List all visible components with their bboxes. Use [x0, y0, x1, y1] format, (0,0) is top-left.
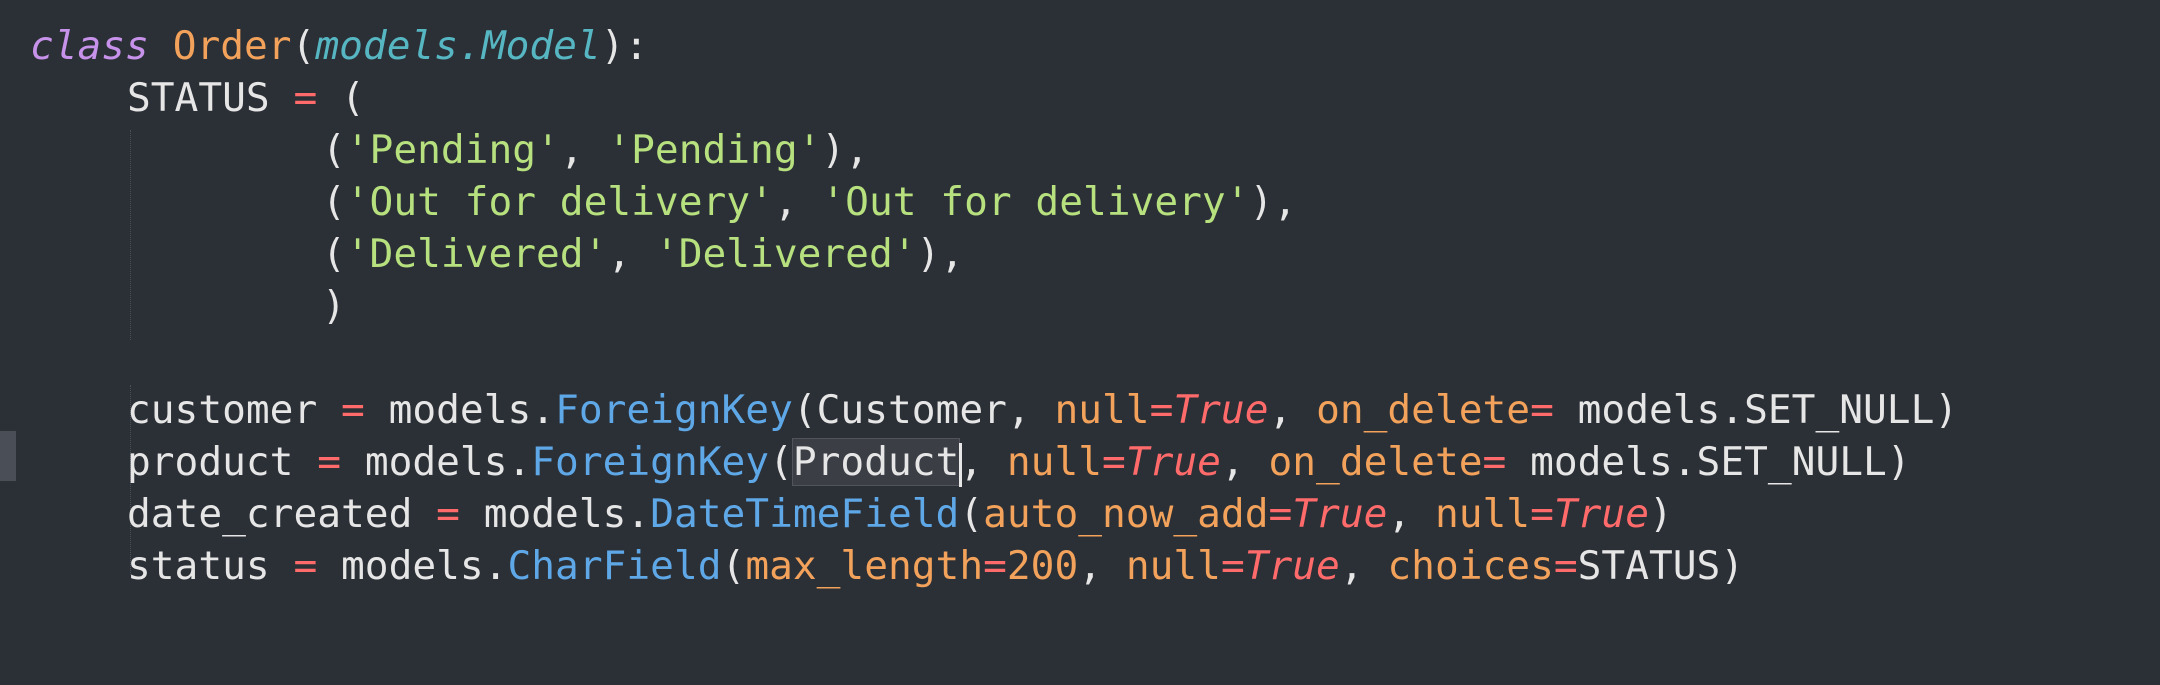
paren: )	[1720, 543, 1745, 589]
paren: (	[959, 491, 984, 537]
assign-operator: =	[293, 543, 318, 589]
keyword-argument: null	[1125, 543, 1221, 589]
indent-guide	[130, 130, 131, 340]
assign-operator: =	[1530, 387, 1554, 433]
code-line-class-declaration[interactable]: class Order(models.Model):	[30, 20, 648, 72]
field-name: date_created	[127, 491, 413, 537]
module-ref: models.	[341, 543, 508, 589]
argument: Customer	[816, 387, 1007, 433]
assign-operator: =	[1220, 543, 1245, 589]
highlighted-argument: Product	[791, 438, 961, 486]
code-line-date-created-field[interactable]: date_created = models.DateTimeField(auto…	[127, 488, 1673, 540]
string-literal: 'Out for delivery'	[821, 179, 1250, 225]
paren: )	[1934, 387, 1959, 433]
paren: (	[322, 179, 346, 225]
string-literal: 'Delivered'	[345, 231, 608, 277]
variable-name: STATUS	[127, 75, 270, 121]
paren: ),	[821, 127, 869, 173]
boolean-literal: True	[1244, 543, 1340, 589]
punctuation: ):	[600, 23, 649, 69]
keyword-class: class	[30, 23, 149, 69]
field-type: DateTimeField	[650, 491, 960, 537]
comma: ,	[559, 127, 608, 173]
field-name: customer	[127, 387, 318, 433]
assign-operator: =	[317, 439, 342, 485]
paren: (	[322, 231, 346, 277]
assign-operator: =	[983, 543, 1007, 589]
string-literal: 'Delivered'	[654, 231, 917, 277]
assign-operator: =	[1553, 543, 1578, 589]
code-line-closing-paren[interactable]: )	[322, 280, 346, 332]
code-line-choice-tuple[interactable]: ('Delivered', 'Delivered'),	[322, 228, 964, 280]
paren: )	[1649, 491, 1673, 537]
assign-operator: =	[293, 75, 318, 121]
assign-operator: =	[1102, 439, 1126, 485]
argument-value: models.SET_NULL	[1553, 387, 1935, 433]
keyword-argument: null	[1434, 491, 1531, 537]
code-line-product-field[interactable]: product = models.ForeignKey(Product, nul…	[127, 436, 1911, 488]
comma: ,	[773, 179, 822, 225]
code-line-status-field[interactable]: status = models.CharField(max_length=200…	[127, 540, 1744, 592]
paren: ),	[916, 231, 965, 277]
keyword-argument: null	[1054, 387, 1150, 433]
code-line-status-assignment[interactable]: STATUS = (	[127, 72, 365, 124]
field-type: ForeignKey	[555, 387, 793, 433]
paren: (	[341, 75, 365, 121]
assign-operator: =	[1530, 491, 1554, 537]
assign-operator: =	[1149, 387, 1174, 433]
string-literal: 'Pending'	[345, 127, 560, 173]
code-editor[interactable]: class Order(models.Model): STATUS = ( ('…	[0, 0, 2160, 685]
comma: ,	[1078, 543, 1126, 589]
keyword-argument: on_delete	[1268, 439, 1483, 485]
keyword-argument: on_delete	[1316, 387, 1531, 433]
string-literal: 'Out for delivery'	[345, 179, 774, 225]
comma: ,	[1268, 387, 1317, 433]
module-ref: models.	[388, 387, 556, 433]
code-line-choice-tuple[interactable]: ('Out for delivery', 'Out for delivery')…	[322, 176, 1297, 228]
paren: ),	[1249, 179, 1298, 225]
argument-value: STATUS	[1577, 543, 1721, 589]
field-type: CharField	[507, 543, 722, 589]
comma: ,	[1339, 543, 1388, 589]
argument-value: models.SET_NULL	[1506, 439, 1887, 485]
paren: )	[1886, 439, 1911, 485]
string-literal: 'Pending'	[607, 127, 822, 173]
class-name: Order	[172, 23, 292, 69]
paren: (	[291, 23, 316, 69]
field-name: product	[127, 439, 294, 485]
paren: (	[769, 439, 793, 485]
keyword-argument: auto_now_add	[983, 491, 1269, 537]
module-ref: models.	[364, 439, 532, 485]
current-line-gutter-marker	[0, 431, 16, 481]
assign-operator: =	[1482, 439, 1507, 485]
paren: (	[792, 387, 817, 433]
field-name: status	[127, 543, 270, 589]
keyword-argument: choices	[1387, 543, 1554, 589]
base-class: models.Model	[315, 23, 601, 69]
comma: ,	[607, 231, 655, 277]
boolean-literal: True	[1173, 387, 1269, 433]
boolean-literal: True	[1125, 439, 1221, 485]
paren: (	[721, 543, 746, 589]
comma: ,	[959, 439, 1007, 485]
comma: ,	[1006, 387, 1055, 433]
code-line-choice-tuple[interactable]: ('Pending', 'Pending'),	[322, 124, 869, 176]
number-literal: 200	[1006, 543, 1079, 589]
code-line-customer-field[interactable]: customer = models.ForeignKey(Customer, n…	[127, 384, 1958, 436]
comma: ,	[1387, 491, 1435, 537]
module-ref: models.	[483, 491, 651, 537]
boolean-literal: True	[1292, 491, 1388, 537]
comma: ,	[1220, 439, 1269, 485]
paren: (	[322, 127, 346, 173]
boolean-literal: True	[1553, 491, 1649, 537]
assign-operator: =	[436, 491, 460, 537]
assign-operator: =	[1268, 491, 1293, 537]
assign-operator: =	[341, 387, 365, 433]
field-type: ForeignKey	[531, 439, 770, 485]
keyword-argument: null	[1006, 439, 1103, 485]
paren: )	[322, 283, 346, 329]
keyword-argument: max_length	[745, 543, 984, 589]
